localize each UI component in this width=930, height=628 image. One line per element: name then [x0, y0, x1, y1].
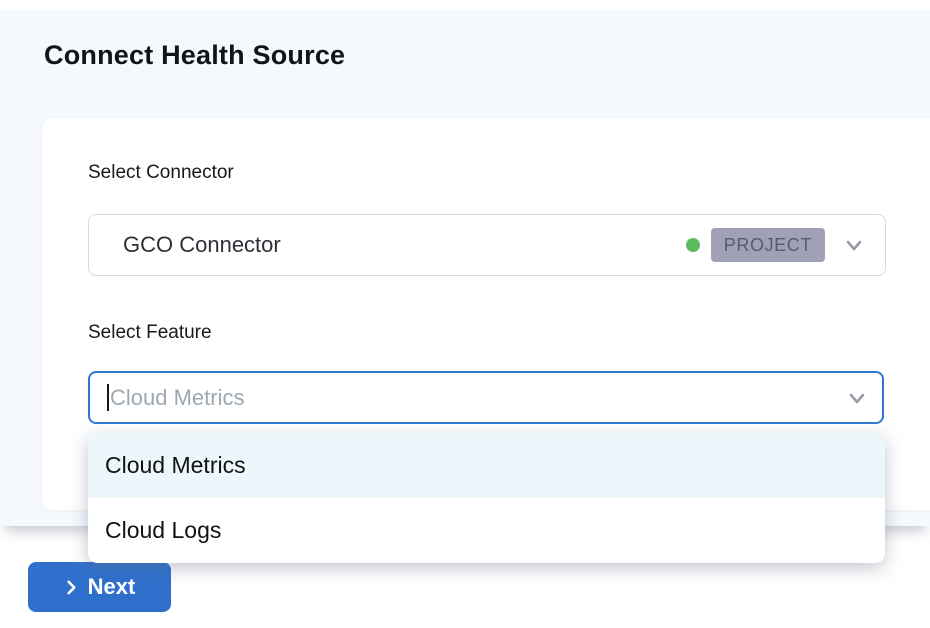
chevron-right-icon — [64, 580, 79, 595]
next-button-label: Next — [88, 574, 136, 600]
select-connector-label: Select Connector — [88, 162, 234, 184]
feature-select-field — [88, 371, 884, 424]
dropdown-option-cloud-metrics[interactable]: Cloud Metrics — [88, 433, 885, 498]
connector-select-value: GCO Connector — [123, 232, 686, 258]
page-title: Connect Health Source — [44, 40, 345, 71]
connector-select[interactable]: GCO Connector PROJECT — [88, 214, 886, 276]
chevron-down-icon[interactable] — [842, 233, 866, 257]
feature-dropdown-menu: Cloud Metrics Cloud Logs — [88, 433, 885, 563]
next-button[interactable]: Next — [28, 562, 171, 612]
dropdown-option-cloud-logs[interactable]: Cloud Logs — [88, 498, 885, 563]
select-feature-label: Select Feature — [88, 322, 212, 344]
chevron-down-icon[interactable] — [845, 386, 869, 410]
feature-select-input[interactable] — [88, 371, 884, 424]
text-caret — [107, 384, 109, 411]
status-dot-icon — [686, 238, 700, 252]
connector-scope-badge: PROJECT — [711, 228, 825, 262]
